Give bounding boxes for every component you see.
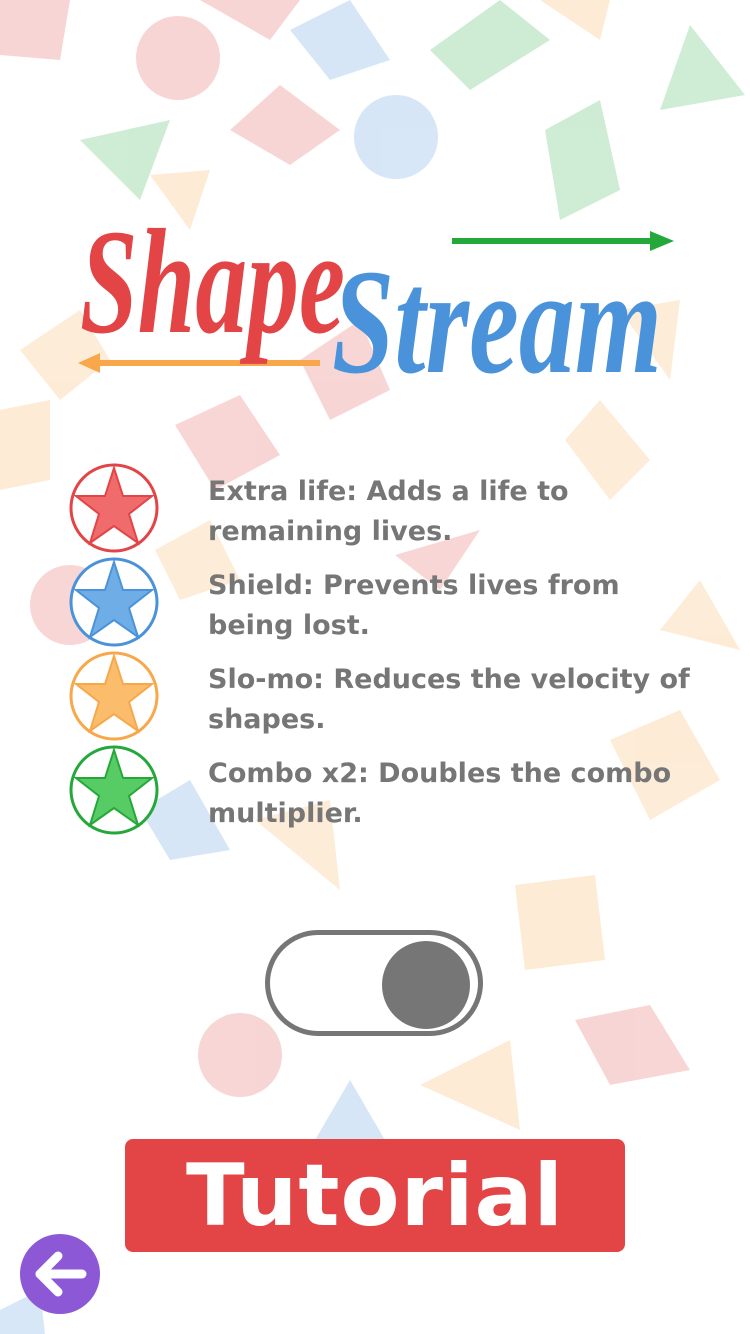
back-arrow-icon xyxy=(35,1251,87,1297)
toggle-switch[interactable] xyxy=(265,930,483,1036)
red-star-icon xyxy=(69,463,159,553)
tutorial-button-label: Tutorial xyxy=(185,1145,565,1246)
green-star-icon xyxy=(69,745,159,835)
powerup-description: Combo x2: Doubles the combo multiplier. xyxy=(208,758,672,829)
tutorial-button[interactable]: Tutorial xyxy=(125,1139,625,1252)
powerup-row-slo-mo: Slo-mo: Reduces the velocity of shapes. xyxy=(68,650,728,744)
powerup-description: Extra life: Adds a life to remaining liv… xyxy=(208,476,569,547)
powerup-description: Slo-mo: Reduces the velocity of shapes. xyxy=(208,664,690,735)
powerup-description: Shield: Prevents lives from being lost. xyxy=(208,570,620,641)
blue-star-icon xyxy=(69,557,159,647)
powerup-list: Extra life: Adds a life to remaining liv… xyxy=(68,462,728,838)
powerup-row-extra-life: Extra life: Adds a life to remaining liv… xyxy=(68,462,728,556)
orange-star-icon xyxy=(69,651,159,741)
powerup-row-combo: Combo x2: Doubles the combo multiplier. xyxy=(68,744,728,838)
powerup-row-shield: Shield: Prevents lives from being lost. xyxy=(68,556,728,650)
game-logo: Shape Stream xyxy=(70,180,690,405)
toggle-knob xyxy=(382,941,470,1029)
back-button[interactable] xyxy=(20,1234,100,1314)
logo-word-stream: Stream xyxy=(332,239,662,400)
logo-word-shape: Shape xyxy=(80,199,345,365)
